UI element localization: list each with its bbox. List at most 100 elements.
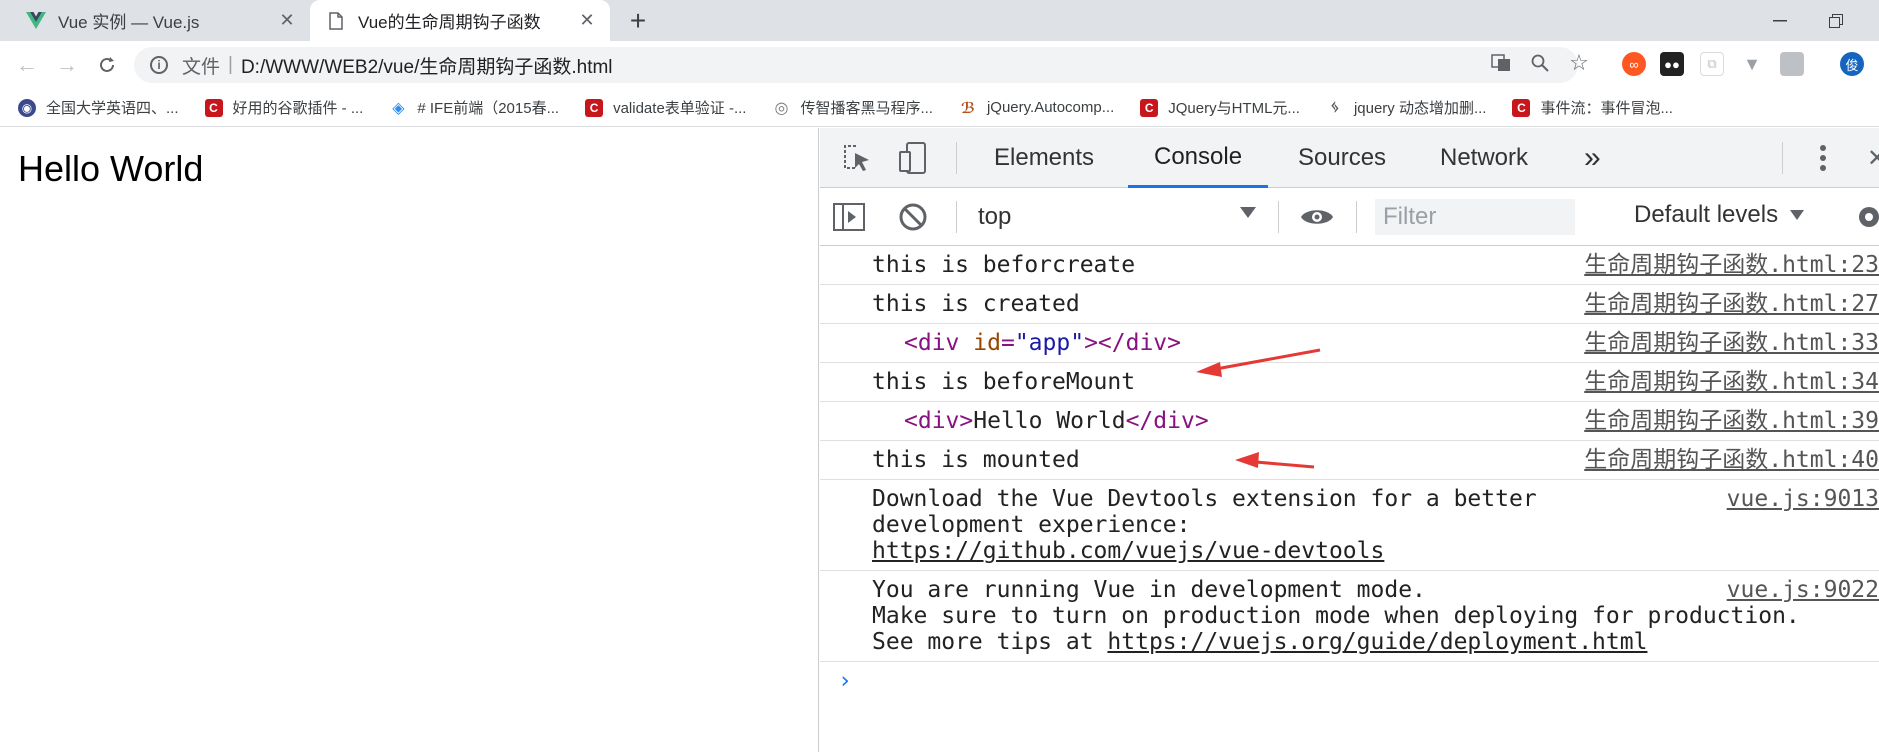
bookmark-item[interactable]: ◎ 传智播客黑马程序...: [772, 97, 933, 118]
document-icon: [326, 11, 346, 31]
source-link[interactable]: 生命周期钩子函数.html:39: [1584, 408, 1879, 434]
csdn-icon: C: [1512, 98, 1531, 117]
url-text[interactable]: D:/WWW/WEB2/vue/生命周期钩子函数.html: [241, 52, 613, 79]
bookmark-item[interactable]: ◈ # IFE前端（2015春...: [389, 97, 559, 118]
toolbar-divider: [1356, 201, 1357, 233]
source-link[interactable]: 生命周期钩子函数.html:23: [1584, 252, 1879, 278]
reload-button[interactable]: [92, 50, 122, 80]
tab-sources[interactable]: Sources: [1294, 128, 1390, 188]
context-selector[interactable]: top: [978, 201, 1088, 233]
profile-avatar[interactable]: 俊: [1840, 52, 1864, 76]
console-toolbar: top Filter Default levels: [820, 188, 1879, 246]
filter-input[interactable]: Filter: [1375, 199, 1575, 235]
more-tabs-button[interactable]: »: [1580, 128, 1605, 188]
message-text: development experience:: [872, 512, 1191, 538]
log-levels-label: Default levels: [1634, 201, 1779, 228]
extension-infinity-icon[interactable]: ∞: [1622, 52, 1646, 76]
jquery-icon: ℬ: [958, 98, 977, 117]
bookmark-item[interactable]: C validate表单验证 -...: [585, 97, 746, 118]
extension-window-icon[interactable]: ⧉: [1700, 52, 1724, 76]
sidebar-toggle-icon[interactable]: [832, 200, 866, 234]
eye-icon[interactable]: [1300, 200, 1334, 234]
toolbar-divider: [1782, 142, 1783, 174]
bookmark-label: 事件流：事件冒泡...: [1540, 100, 1673, 117]
page-viewport: Hello World: [0, 128, 819, 752]
bookmark-label: 全国大学英语四、...: [46, 100, 179, 117]
globe-icon: ◉: [18, 98, 36, 117]
log-levels-dropdown[interactable]: Default levels: [1634, 201, 1805, 229]
extension-tampermonkey-icon[interactable]: ●●: [1660, 52, 1684, 76]
source-link[interactable]: 生命周期钩子函数.html:40: [1584, 447, 1879, 473]
settings-gear-icon[interactable]: [1852, 200, 1879, 234]
source-link[interactable]: 生命周期钩子函数.html:33: [1584, 330, 1879, 356]
message-text: this is beforeMount: [872, 369, 1136, 395]
tab-elements[interactable]: Elements: [990, 128, 1098, 188]
csdn-icon: C: [585, 98, 604, 117]
tab-console[interactable]: Console: [1128, 128, 1269, 188]
dom-node[interactable]: <div>Hello World</div>: [904, 408, 1209, 434]
bookmark-item[interactable]: ◉ 全国大学英语四、...: [18, 97, 179, 118]
scheme-separator: |: [228, 54, 233, 75]
tab-network[interactable]: Network: [1436, 128, 1532, 188]
bookmark-label: 传智播客黑马程序...: [800, 100, 933, 117]
console-message: this is beforcreate 生命周期钩子函数.html:23: [820, 246, 1879, 285]
deployment-guide-link[interactable]: https://vuejs.org/guide/deployment.html: [1107, 629, 1647, 655]
extension-vue-devtools-icon[interactable]: ▼: [1740, 52, 1764, 76]
console-message: this is created 生命周期钩子函数.html:27: [820, 285, 1879, 324]
source-link[interactable]: vue.js:9022: [1727, 577, 1879, 603]
chevron-down-icon[interactable]: [1240, 207, 1256, 218]
extension-generic-icon[interactable]: [1780, 52, 1804, 76]
dom-node[interactable]: <div id="app"></div>: [904, 330, 1181, 356]
csdn-icon: C: [1140, 98, 1159, 117]
forward-button[interactable]: →: [52, 50, 82, 80]
translate-icon[interactable]: [1488, 50, 1514, 76]
console-message-element[interactable]: <div id="app"></div> 生命周期钩子函数.html:33: [820, 324, 1879, 363]
bookmark-item[interactable]: C 好用的谷歌插件 - ...: [204, 97, 363, 118]
scheme-label: 文件: [182, 56, 221, 78]
bookmark-item[interactable]: ℬ jQuery.Autocomp...: [958, 98, 1114, 117]
clear-console-icon[interactable]: [896, 200, 930, 234]
back-button[interactable]: ←: [12, 50, 42, 80]
bookmark-item[interactable]: C 事件流：事件冒泡...: [1512, 97, 1673, 118]
kebab-menu-icon[interactable]: [1806, 141, 1840, 175]
bookmark-label: validate表单验证 -...: [613, 100, 747, 117]
layers-icon: ◈: [389, 98, 408, 117]
address-bar[interactable]: i 文件 | D:/WWW/WEB2/vue/生命周期钩子函数.html: [134, 47, 1578, 83]
bookmark-label: jquery 动态增加删...: [1353, 100, 1487, 117]
console-message: Download the Vue Devtools extension for …: [820, 480, 1879, 571]
tab-lifecycle-hooks[interactable]: Vue的生命周期钩子函数 ✕: [310, 0, 610, 41]
tab-vue-instance[interactable]: Vue 实例 — Vue.js ✕: [14, 0, 310, 41]
zoom-icon[interactable]: [1527, 50, 1553, 76]
devtools-tab-bar: Elements Console Sources Network » ✕: [820, 128, 1879, 188]
inspect-element-icon[interactable]: [840, 141, 874, 175]
minimize-button[interactable]: [1752, 0, 1808, 41]
close-devtools-icon[interactable]: ✕: [1860, 141, 1879, 175]
new-tab-button[interactable]: +: [624, 5, 652, 36]
page-heading: Hello World: [18, 148, 204, 189]
console-prompt-icon[interactable]: ›: [820, 662, 1879, 694]
runner-icon: ᛃ: [1325, 98, 1344, 117]
tab-label: Vue的生命周期钩子函数: [358, 13, 541, 32]
message-text: this is created: [872, 291, 1080, 317]
devtools-panel: Elements Console Sources Network » ✕ top…: [820, 128, 1879, 752]
restore-button[interactable]: [1808, 0, 1864, 41]
close-tab-icon[interactable]: ✕: [576, 10, 598, 32]
bookmark-label: JQuery与HTML元...: [1168, 100, 1300, 117]
toolbar-divider: [956, 201, 957, 233]
site-info-icon[interactable]: i: [150, 56, 168, 74]
bookmark-item[interactable]: ᛃ jquery 动态增加删...: [1325, 97, 1487, 118]
toolbar-divider: [956, 142, 957, 174]
console-message-element[interactable]: <div>Hello World</div> 生命周期钩子函数.html:39: [820, 402, 1879, 441]
message-text: this is mounted: [872, 447, 1080, 473]
devtools-link[interactable]: https://github.com/vuejs/vue-devtools: [872, 538, 1879, 564]
bookmark-star-icon[interactable]: ☆: [1566, 50, 1592, 76]
source-link[interactable]: vue.js:9013: [1727, 486, 1879, 512]
device-toolbar-icon[interactable]: [896, 141, 930, 175]
bookmark-item[interactable]: C JQuery与HTML元...: [1140, 97, 1300, 118]
source-link[interactable]: 生命周期钩子函数.html:34: [1584, 369, 1879, 395]
close-tab-icon[interactable]: ✕: [276, 10, 298, 32]
chevron-down-icon: [1790, 210, 1805, 220]
console-message: You are running Vue in development mode.…: [820, 571, 1879, 662]
source-link[interactable]: 生命周期钩子函数.html:27: [1584, 291, 1879, 317]
bookmarks-bar: ◉ 全国大学英语四、... C 好用的谷歌插件 - ... ◈ # IFE前端（…: [0, 89, 1879, 127]
